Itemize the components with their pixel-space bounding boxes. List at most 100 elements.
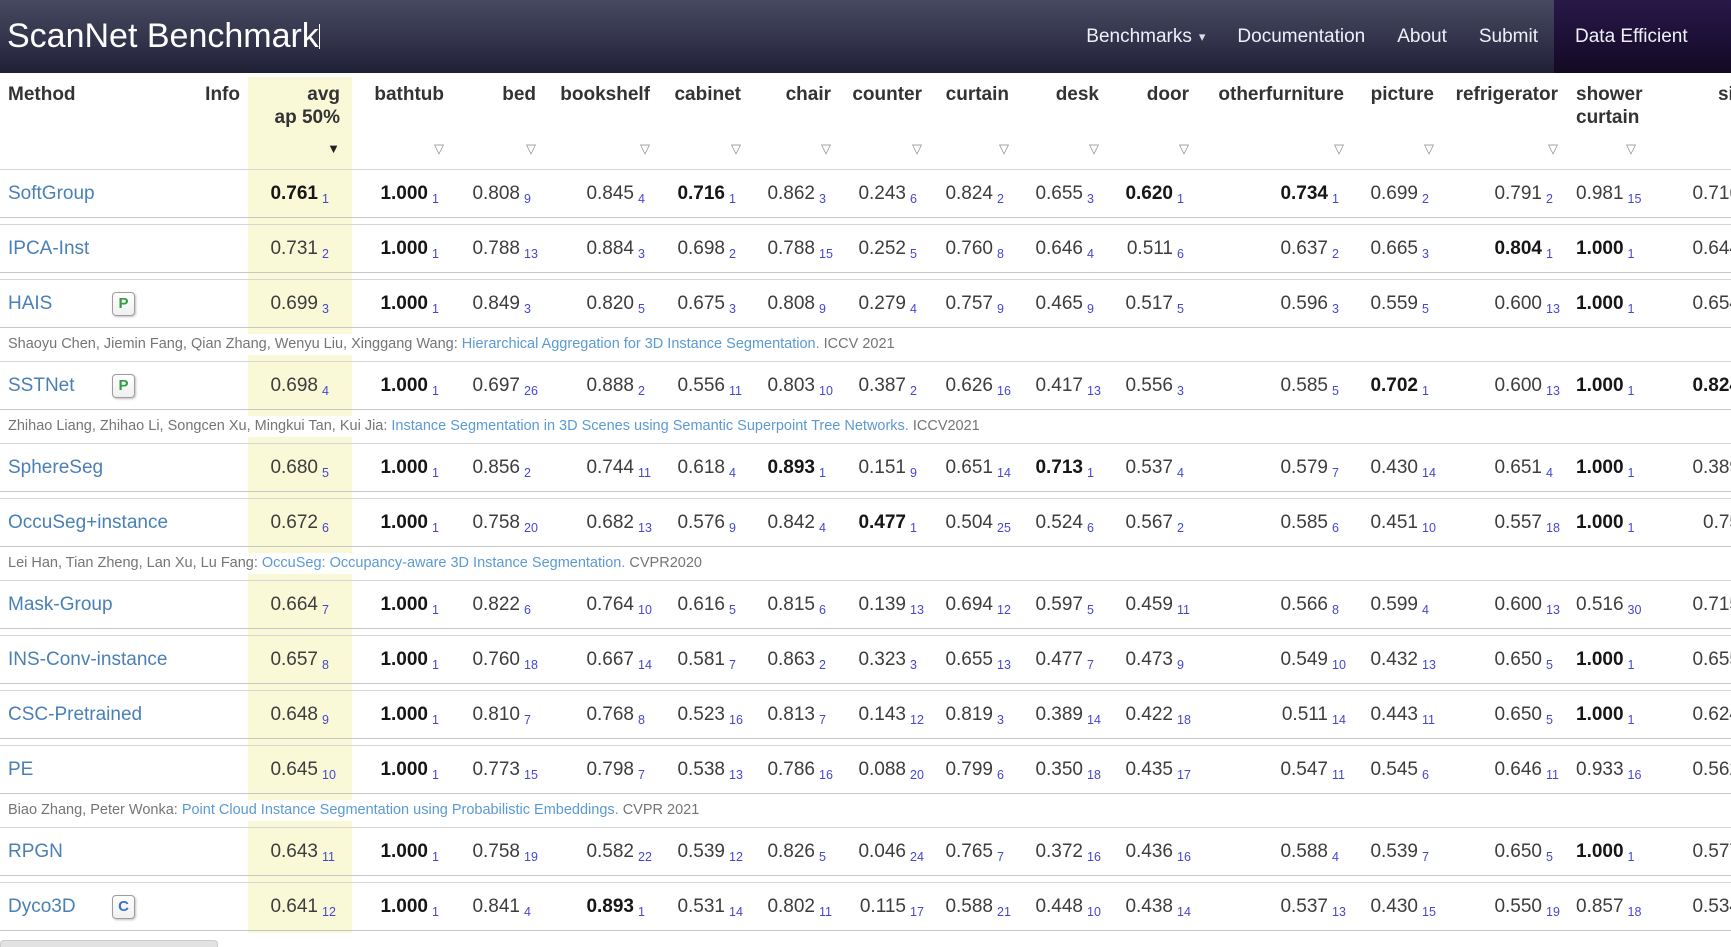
column-header-refrigerator[interactable]: refrigerator▽: [1452, 79, 1576, 163]
nav-item-about[interactable]: About: [1381, 0, 1463, 73]
method-link[interactable]: Mask-Group: [8, 594, 113, 615]
score-value: 0.744: [586, 457, 634, 478]
column-header-curtain[interactable]: curtain▽: [940, 79, 1027, 163]
info-badge-c[interactable]: C: [112, 895, 135, 919]
column-header-cabinet[interactable]: cabinet▽: [668, 79, 759, 163]
score-rank: 11: [318, 850, 342, 864]
citation-authors: Lei Han, Tian Zheng, Lan Xu, Lu Fang:: [8, 555, 258, 571]
column-header-avg[interactable]: avgap 50%▼: [248, 79, 352, 163]
score-rank: 2: [906, 384, 930, 398]
sortable-icon[interactable]: ▽: [1334, 142, 1344, 155]
method-link[interactable]: INS-Conv-instance: [8, 649, 167, 670]
column-label: sink: [1654, 83, 1731, 106]
nav-item-documentation[interactable]: Documentation: [1221, 0, 1381, 73]
method-link[interactable]: Dyco3D: [8, 896, 76, 917]
column-header-chair[interactable]: chair▽: [759, 79, 849, 163]
paper-link[interactable]: Instance Segmentation in 3D Scenes using…: [391, 418, 908, 434]
sortable-icon[interactable]: ▽: [731, 142, 741, 155]
info-badge-p[interactable]: P: [112, 374, 135, 398]
method-link[interactable]: SphereSeg: [8, 457, 103, 478]
info-badge-p[interactable]: P: [112, 292, 135, 316]
score-cell-desk: 0.6553: [1027, 169, 1117, 218]
sortable-icon[interactable]: ▽: [1089, 142, 1099, 155]
sortable-icon[interactable]: ▽: [434, 142, 444, 155]
score-value: 0.459: [1125, 594, 1173, 615]
column-header-bathtub[interactable]: bathtub▽: [352, 79, 462, 163]
sortable-icon[interactable]: ▽: [821, 142, 831, 155]
score-value: 0.758: [472, 841, 520, 862]
column-header-counter[interactable]: counter ▽: [849, 79, 940, 163]
score-rank: 1: [428, 192, 452, 206]
column-header-door[interactable]: door ▽: [1117, 79, 1207, 163]
column-header-otherfurniture[interactable]: otherfurniture▽: [1207, 79, 1362, 163]
method-link[interactable]: OccuSeg+instance: [8, 512, 168, 533]
score-cell-curtain: 0.7996: [940, 745, 1027, 794]
score-rank: 11: [1542, 768, 1566, 782]
score-rank: 1: [428, 247, 452, 261]
score-rank: 16: [1624, 768, 1648, 782]
score-cell-chair: 0.8931: [759, 443, 849, 492]
method-link[interactable]: CSC-Pretrained: [8, 704, 142, 725]
score-cell-otherfurniture: 0.5797: [1207, 443, 1362, 492]
column-header-bookshelf[interactable]: bookshelf ▽: [554, 79, 668, 163]
score-value: 1.000: [1576, 841, 1624, 862]
score-value: 0.511: [1282, 704, 1328, 725]
score-rank: 9: [318, 713, 342, 727]
score-value: 0.539: [1370, 841, 1418, 862]
score-value: 0.473: [1125, 649, 1173, 670]
score-cell-chair: 0.8137: [759, 690, 849, 739]
sortable-icon[interactable]: ▽: [526, 142, 536, 155]
score-rank: 1: [1624, 247, 1648, 261]
column-header-shower_curtain[interactable]: showercurtain▽: [1576, 79, 1654, 163]
method-link[interactable]: SSTNet: [8, 375, 75, 396]
benchmark-table: MethodInfoavgap 50%▼bathtub▽bed▽bookshel…: [0, 73, 1731, 937]
sortable-icon[interactable]: ▽: [1424, 142, 1434, 155]
sortable-icon[interactable]: ▽: [999, 142, 1009, 155]
nav-item-submit[interactable]: Submit: [1463, 0, 1554, 73]
score-cell-desk: 0.7131: [1027, 443, 1117, 492]
score-rank: 14: [634, 658, 658, 672]
method-link[interactable]: RPGN: [8, 841, 63, 862]
score-cell-cabinet: 0.6982: [668, 224, 759, 273]
column-header-sink[interactable]: sink▽: [1654, 79, 1731, 163]
paper-link[interactable]: Point Cloud Instance Segmentation using …: [182, 802, 619, 818]
method-link[interactable]: HAIS: [8, 293, 52, 314]
sortable-icon[interactable]: ▽: [1179, 142, 1189, 155]
score-rank: 1: [428, 905, 452, 919]
citation-venue: CVPR 2021: [623, 802, 700, 818]
score-rank: 14: [725, 905, 749, 919]
score-cell-shower_curtain: 1.0001: [1576, 279, 1654, 328]
nav-item-data-efficient[interactable]: Data Efficient: [1554, 0, 1731, 73]
score-cell-bathtub: 1.0001: [352, 635, 462, 684]
column-label: bookshelf: [554, 83, 650, 106]
table-row-sphereseg: SphereSeg0.68051.00010.85620.744110.6184…: [0, 443, 1731, 492]
method-link[interactable]: PE: [8, 759, 33, 780]
score-cell-bathtub: 1.0001: [352, 882, 462, 931]
column-header-desk[interactable]: desk▽: [1027, 79, 1117, 163]
score-rank: 17: [1173, 768, 1197, 782]
score-rank: 5: [1542, 850, 1566, 864]
sortable-icon[interactable]: ▽: [640, 142, 650, 155]
column-label: counter: [849, 83, 922, 106]
score-cell-chair: 0.8623: [759, 169, 849, 218]
sortable-icon[interactable]: ▽: [1626, 142, 1636, 155]
sort-desc-icon[interactable]: ▼: [327, 142, 340, 155]
method-link[interactable]: SoftGroup: [8, 183, 95, 204]
table-row-csc-pretrained: CSC-Pretrained0.64891.00010.81070.76880.…: [0, 690, 1731, 739]
score-cell-cabinet: 0.5769: [668, 498, 759, 547]
table-body: SoftGroup0.76111.00010.80890.84540.71610…: [0, 169, 1731, 931]
column-label: door: [1117, 83, 1189, 106]
paper-link[interactable]: Hierarchical Aggregation for 3D Instance…: [462, 336, 820, 352]
method-link[interactable]: IPCA-Inst: [8, 238, 89, 259]
paper-link[interactable]: OccuSeg: Occupancy-aware 3D Instance Seg…: [262, 555, 626, 571]
score-cell-counter: 0.3872: [849, 361, 940, 410]
score-cell-shower_curtain: 1.0001: [1576, 827, 1654, 876]
column-header-picture[interactable]: picture▽: [1362, 79, 1452, 163]
sortable-icon[interactable]: ▽: [912, 142, 922, 155]
nav-item-benchmarks[interactable]: Benchmarks▾: [1070, 0, 1221, 73]
method-cell: CSC-Pretrained: [0, 690, 108, 739]
page: { "topbar": { "title": "ScanNet Benchmar…: [0, 0, 1731, 946]
sortable-icon[interactable]: ▽: [1548, 142, 1558, 155]
score-value: 0.824: [945, 183, 993, 204]
column-header-bed[interactable]: bed▽: [462, 79, 554, 163]
